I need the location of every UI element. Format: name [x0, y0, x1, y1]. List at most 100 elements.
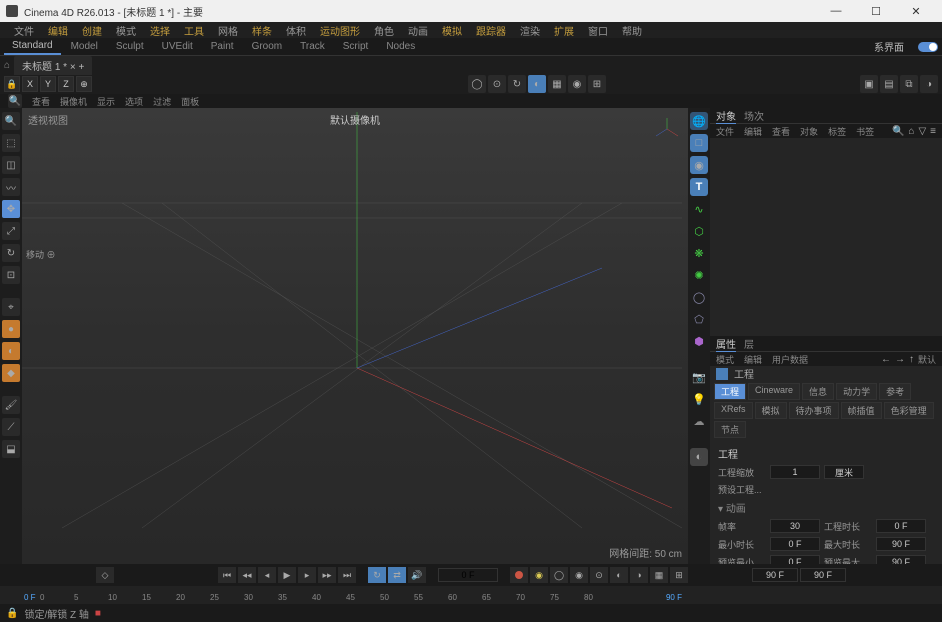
scene-icon[interactable]: ⬠: [690, 310, 708, 328]
timeline-ruler[interactable]: 0 F 90 F 0510152025303540455055606570758…: [0, 586, 942, 604]
menu-编辑[interactable]: 编辑: [42, 22, 74, 39]
mograph-icon[interactable]: ⬢: [690, 332, 708, 350]
layout-Paint[interactable]: Paint: [203, 39, 242, 54]
material-new-icon[interactable]: ◐: [690, 448, 708, 466]
attr-up-icon[interactable]: ↑: [909, 354, 914, 365]
frame-end-2[interactable]: [800, 568, 846, 582]
close-button[interactable]: ✕: [896, 0, 936, 22]
attr-fwd-icon[interactable]: →: [895, 354, 905, 365]
minimize-button[interactable]: —: [816, 0, 856, 22]
tl-prev-frame-icon[interactable]: ◂: [258, 567, 276, 583]
attr-menu-userdata[interactable]: 用户数据: [772, 353, 808, 366]
environment-icon[interactable]: ☁: [690, 412, 708, 430]
attrcat-工程[interactable]: 工程: [714, 383, 746, 400]
viewport[interactable]: 透视视图 默认摄像机 移动 ⊕ 网格间距: 50 cm: [22, 108, 688, 564]
vpmenu-摄像机[interactable]: 摄像机: [60, 95, 87, 108]
tl-key-2-icon[interactable]: ◉: [570, 567, 588, 583]
material-icon[interactable]: ◑: [920, 75, 938, 93]
objmenu-查看[interactable]: 查看: [772, 125, 790, 138]
input-mintime[interactable]: [770, 537, 820, 551]
camera-icon[interactable]: 📷: [690, 368, 708, 386]
viewport-camera-label[interactable]: 默认摄像机: [330, 112, 380, 127]
attr-preset-dropdown[interactable]: 默认: [918, 353, 936, 366]
tb-icon-5[interactable]: ▦: [548, 75, 566, 93]
tl-key-7-icon[interactable]: ⊞: [670, 567, 688, 583]
tb-icon-3[interactable]: ↻: [508, 75, 526, 93]
layout-Sculpt[interactable]: Sculpt: [108, 39, 152, 54]
attrcat-信息[interactable]: 信息: [802, 383, 834, 400]
move-tool-icon[interactable]: ✥: [2, 200, 20, 218]
knife-tool-icon[interactable]: ⟋: [2, 418, 20, 436]
render-settings-icon[interactable]: ▤: [880, 75, 898, 93]
rect-select-icon[interactable]: ◫: [2, 156, 20, 174]
attrcat-Cineware[interactable]: Cineware: [748, 383, 800, 400]
picture-viewer-icon[interactable]: ⧉: [900, 75, 918, 93]
tl-range-icon[interactable]: ⇄: [388, 567, 406, 583]
attrcat-色彩管理[interactable]: 色彩管理: [884, 402, 934, 419]
effector-icon[interactable]: ✺: [690, 266, 708, 284]
menu-创建[interactable]: 创建: [76, 22, 108, 39]
layout-Groom[interactable]: Groom: [244, 39, 291, 54]
input-previewmax[interactable]: [876, 555, 926, 564]
tl-autokey-icon[interactable]: ◉: [530, 567, 548, 583]
attrcat-XRefs[interactable]: XRefs: [714, 402, 753, 419]
menu-角色[interactable]: 角色: [368, 22, 400, 39]
objmenu-书签[interactable]: 书签: [856, 125, 874, 138]
attr-back-icon[interactable]: ←: [881, 354, 891, 365]
tb-icon-4[interactable]: ◐: [528, 75, 546, 93]
lasso-select-icon[interactable]: 〰: [2, 178, 20, 196]
tb-icon-1[interactable]: ◯: [468, 75, 486, 93]
sphere-primitive-icon[interactable]: ◉: [690, 156, 708, 174]
extrude-tool-icon[interactable]: ⬓: [2, 440, 20, 458]
input-duration[interactable]: [876, 519, 926, 533]
menu-模式[interactable]: 模式: [110, 22, 142, 39]
axis-x[interactable]: X: [22, 76, 38, 92]
tab-attributes[interactable]: 属性: [716, 336, 736, 352]
deformer-icon[interactable]: ❋: [690, 244, 708, 262]
tb-icon-6[interactable]: ◉: [568, 75, 586, 93]
tl-next-key-icon[interactable]: ▸▸: [318, 567, 336, 583]
vpmenu-显示[interactable]: 显示: [97, 95, 115, 108]
menu-选择[interactable]: 选择: [144, 22, 176, 39]
tl-next-frame-icon[interactable]: ▸: [298, 567, 316, 583]
input-fps[interactable]: [770, 519, 820, 533]
menu-运动图形[interactable]: 运动图形: [314, 22, 366, 39]
search-tool-icon[interactable]: 🔍: [2, 112, 20, 130]
menu-窗口[interactable]: 窗口: [582, 22, 614, 39]
tl-play-icon[interactable]: ▶: [278, 567, 296, 583]
tab-layers[interactable]: 层: [744, 336, 754, 351]
current-frame-input[interactable]: [438, 568, 498, 582]
section-anim[interactable]: ▾ 动画: [718, 498, 934, 517]
menu-扩展[interactable]: 扩展: [548, 22, 580, 39]
workplane-icon[interactable]: ◆: [2, 364, 20, 382]
tab-objects[interactable]: 对象: [716, 108, 736, 124]
objmenu-对象[interactable]: 对象: [800, 125, 818, 138]
tl-key-3-icon[interactable]: ⊙: [590, 567, 608, 583]
text-icon[interactable]: T: [690, 178, 708, 196]
live-select-icon[interactable]: ⬚: [2, 134, 20, 152]
layout-dropdown[interactable]: 系界面: [866, 39, 912, 54]
attr-menu-edit[interactable]: 编辑: [744, 353, 762, 366]
tl-goto-start-icon[interactable]: ⏮: [218, 567, 236, 583]
layout-Model[interactable]: Model: [63, 39, 106, 54]
menu-模拟[interactable]: 模拟: [436, 22, 468, 39]
input-maxtime[interactable]: [876, 537, 926, 551]
maximize-button[interactable]: ☐: [856, 0, 896, 22]
objmenu-标签[interactable]: 标签: [828, 125, 846, 138]
menu-样条[interactable]: 样条: [246, 22, 278, 39]
menu-体积[interactable]: 体积: [280, 22, 312, 39]
om-search-icon[interactable]: 🔍: [892, 126, 904, 137]
vp-search-icon[interactable]: 🔍: [8, 94, 22, 108]
attrcat-动力学[interactable]: 动力学: [836, 383, 877, 400]
objmenu-文件[interactable]: 文件: [716, 125, 734, 138]
viewport-axis-gizmo[interactable]: [654, 116, 680, 142]
attr-menu-mode[interactable]: 模式: [716, 353, 734, 366]
lock-icon[interactable]: 🔒: [4, 76, 20, 92]
render-icon[interactable]: ▣: [860, 75, 878, 93]
objmenu-编辑[interactable]: 编辑: [744, 125, 762, 138]
layout-Nodes[interactable]: Nodes: [378, 39, 423, 54]
label-preset[interactable]: 预设工程...: [718, 483, 762, 496]
om-list-icon[interactable]: ≡: [930, 126, 936, 137]
tb-icon-2[interactable]: ⊙: [488, 75, 506, 93]
tl-key-6-icon[interactable]: ▦: [650, 567, 668, 583]
